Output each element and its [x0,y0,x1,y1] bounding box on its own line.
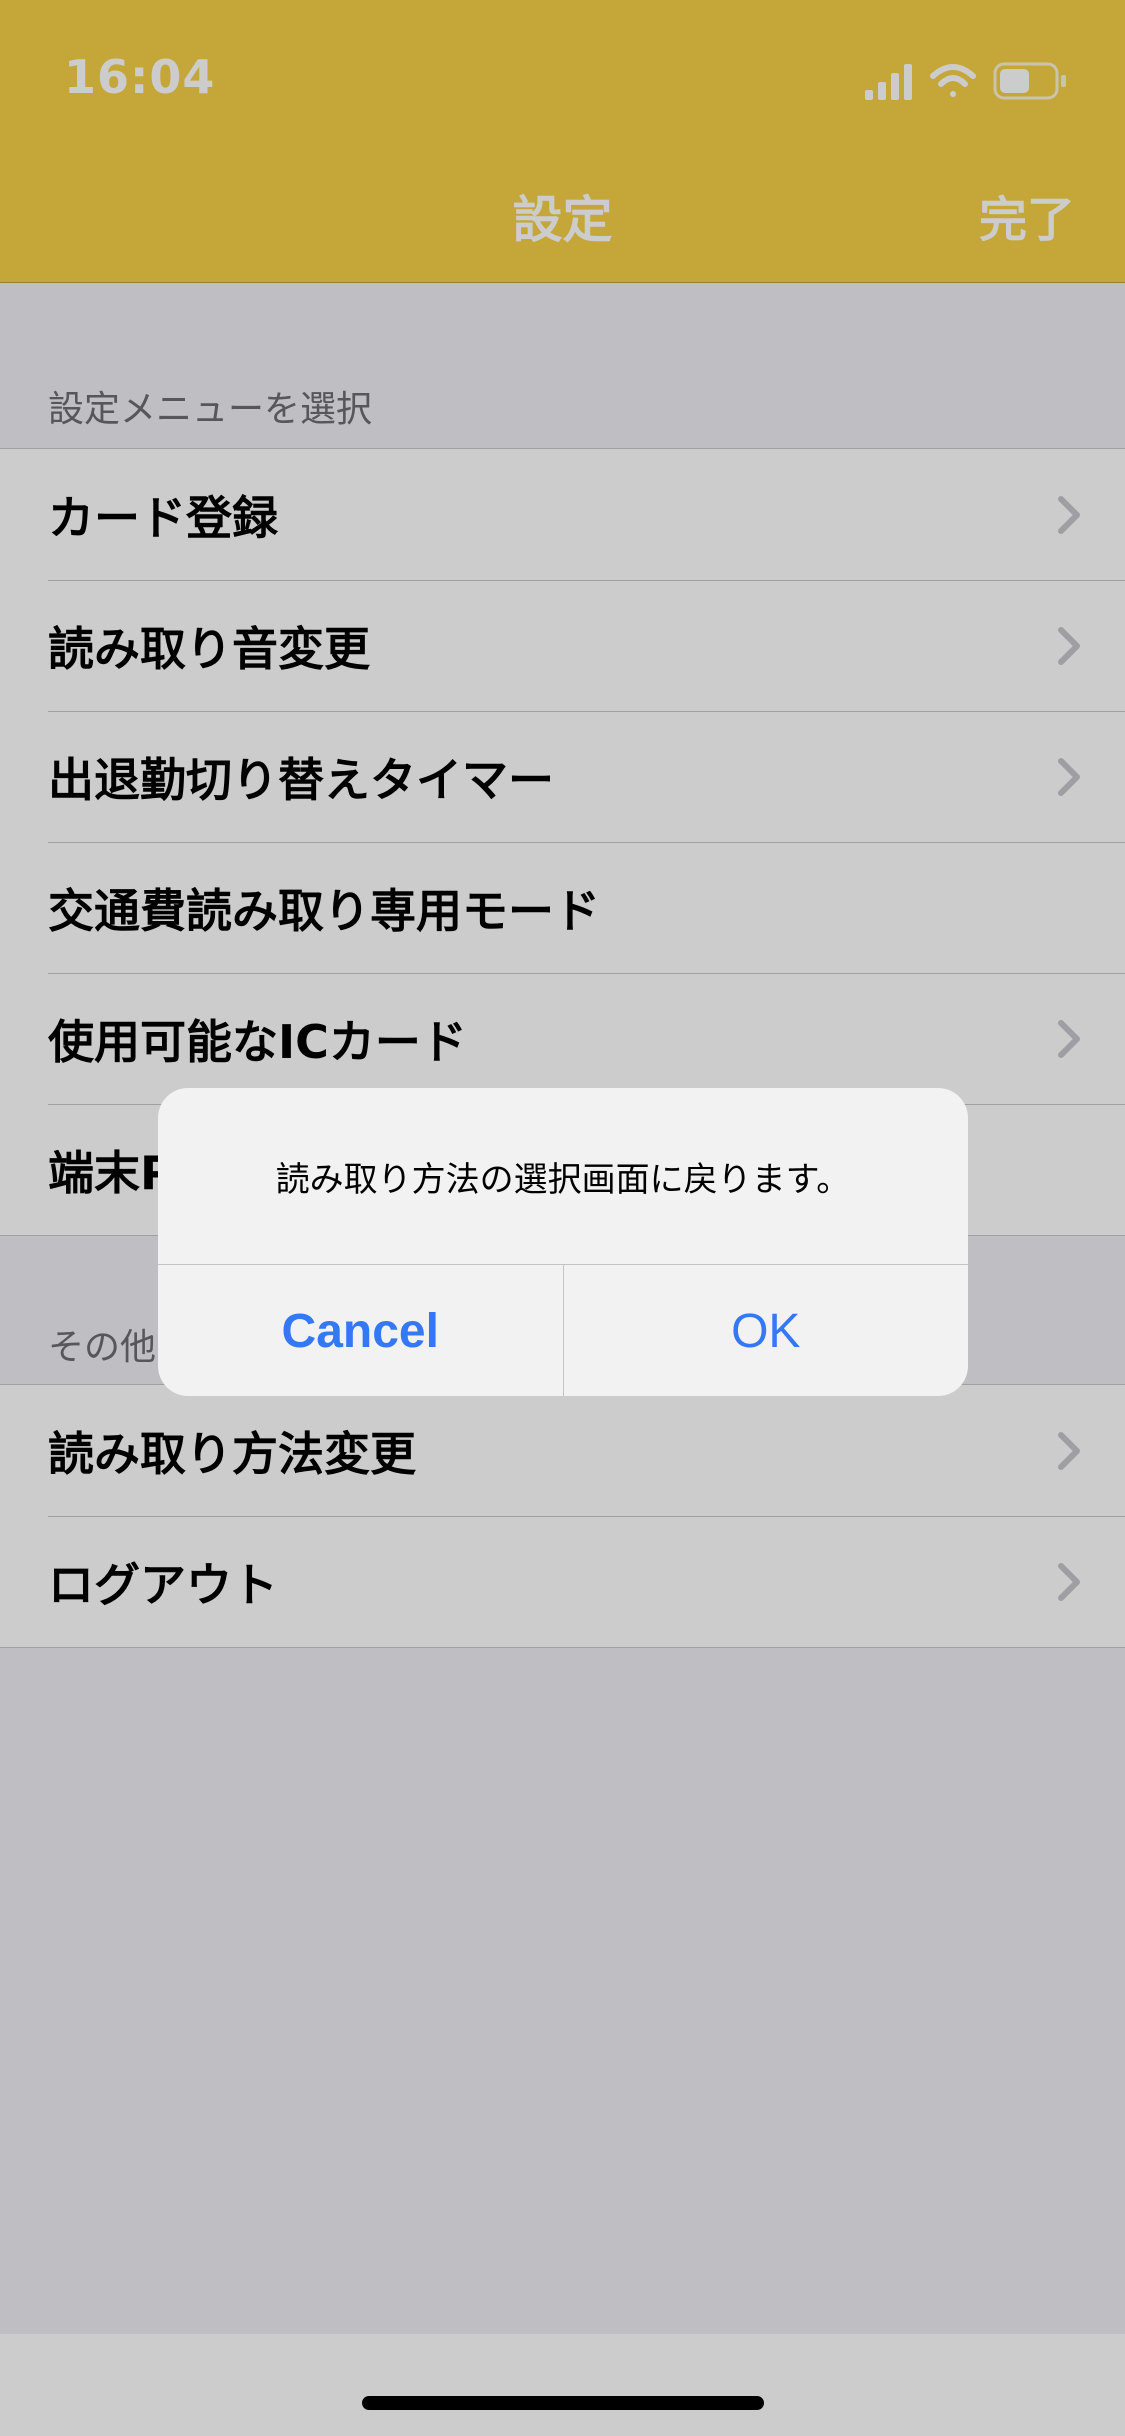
ok-button[interactable]: OK [564,1265,969,1396]
home-indicator[interactable] [362,2396,764,2410]
alert-dialog: 読み取り方法の選択画面に戻ります。 Cancel OK [158,1088,968,1396]
cancel-button[interactable]: Cancel [158,1265,564,1396]
alert-message: 読み取り方法の選択画面に戻ります。 [275,1159,851,1200]
alert-buttons: Cancel OK [158,1264,968,1396]
